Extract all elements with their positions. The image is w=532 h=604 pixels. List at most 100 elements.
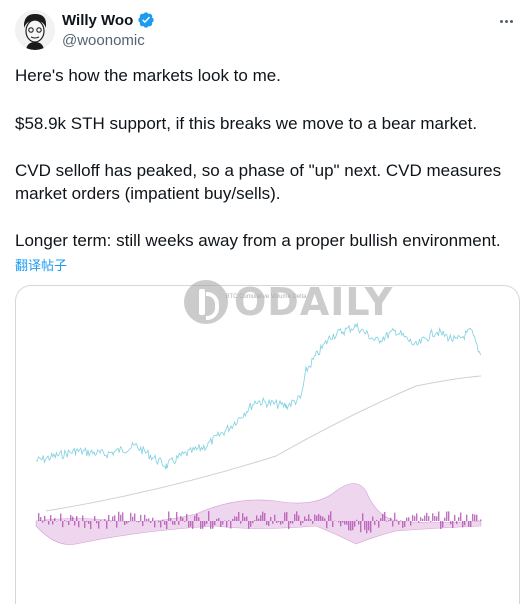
- cvd-bar: [210, 521, 212, 529]
- support-line: [45, 375, 482, 512]
- cvd-bar: [292, 521, 294, 524]
- cvd-bar: [392, 521, 394, 527]
- cvd-bar: [414, 516, 416, 521]
- cvd-bar: [468, 521, 470, 527]
- cvd-bar: [54, 518, 56, 521]
- cvd-bar: [348, 521, 350, 531]
- cvd-bar: [124, 521, 126, 525]
- watermark-text: ODAILY: [234, 280, 394, 324]
- author-name-row[interactable]: Willy Woo: [62, 11, 155, 29]
- cvd-bar: [466, 514, 468, 521]
- cvd-bar: [50, 515, 52, 521]
- cvd-bar: [170, 517, 172, 521]
- cvd-bar: [202, 521, 204, 529]
- cvd-bar: [100, 520, 102, 521]
- cvd-bar: [188, 521, 190, 528]
- cvd-bar: [276, 521, 278, 523]
- cvd-bar: [68, 521, 70, 526]
- cvd-bar: [254, 520, 256, 521]
- cvd-bar: [176, 512, 178, 521]
- sth-support-line: [45, 375, 482, 512]
- cvd-bar: [282, 521, 284, 524]
- cvd-bar: [160, 521, 162, 528]
- cvd-bar: [72, 516, 74, 521]
- cvd-bar: [208, 511, 210, 521]
- cvd-bar: [44, 515, 46, 521]
- tweet-paragraph-3: CVD selloff has peaked, so a phase of "u…: [15, 161, 502, 203]
- cvd-bar: [196, 513, 198, 521]
- cvd-bar: [66, 521, 68, 522]
- cvd-chart: BTC Cumulative Volume Delta: [35, 294, 482, 545]
- cvd-bar: [340, 521, 342, 527]
- cvd-bar: [284, 512, 286, 521]
- cvd-bar: [60, 513, 62, 521]
- author-name[interactable]: Willy Woo: [62, 12, 133, 29]
- author-avatar[interactable]: [15, 10, 55, 50]
- cvd-bar: [266, 521, 268, 525]
- cvd-bar: [118, 511, 120, 521]
- cvd-bar: [218, 518, 220, 521]
- cvd-bar: [38, 513, 40, 521]
- cvd-bar: [344, 521, 346, 525]
- translate-post-link[interactable]: 翻译帖子: [15, 255, 67, 274]
- cvd-bar: [410, 521, 412, 526]
- price-series: [35, 322, 481, 470]
- cvd-bar: [96, 521, 98, 524]
- cvd-bar: [108, 514, 110, 521]
- verified-badge-icon: [138, 12, 154, 28]
- more-icon[interactable]: [496, 12, 516, 30]
- cvd-bar: [360, 521, 362, 533]
- cvd-bar: [262, 511, 264, 521]
- cvd-bar: [430, 521, 432, 522]
- cvd-bar: [148, 518, 150, 521]
- cvd-bar: [338, 521, 340, 523]
- cvd-bar: [368, 521, 370, 531]
- cvd-bar: [112, 516, 114, 521]
- cvd-bar: [460, 512, 462, 521]
- cvd-bar: [352, 521, 354, 531]
- cvd-bar: [462, 521, 464, 528]
- odaily-logo-icon: [184, 280, 228, 324]
- cvd-bar: [458, 517, 460, 521]
- cvd-bar: [342, 521, 344, 523]
- cvd-bar: [168, 511, 170, 521]
- cvd-bar: [126, 521, 128, 524]
- cvd-bar: [228, 520, 230, 521]
- cvd-bar: [158, 521, 160, 523]
- cvd-bar: [358, 521, 360, 525]
- author-handle[interactable]: @woonomic: [62, 32, 145, 49]
- cvd-bar: [406, 517, 408, 521]
- cvd-bar: [250, 521, 252, 527]
- cvd-bar: [272, 521, 274, 524]
- cvd-bar: [236, 516, 238, 521]
- cvd-bar: [308, 514, 310, 521]
- cvd-bar: [476, 514, 478, 521]
- cvd-bar: [138, 521, 140, 523]
- cvd-bar: [450, 521, 452, 525]
- cvd-bar: [74, 521, 76, 526]
- cvd-bar: [364, 521, 366, 530]
- cvd-bar: [42, 521, 44, 523]
- cvd-bar: [400, 520, 402, 521]
- cvd-bar: [166, 521, 168, 530]
- cvd-bar: [182, 517, 184, 521]
- cvd-bar: [428, 516, 430, 521]
- cvd-bar: [366, 521, 368, 534]
- cvd-bar: [240, 521, 242, 524]
- tweet-media-chart[interactable]: BTC Cumulative Volume Delta: [15, 285, 520, 604]
- cvd-bar: [312, 521, 314, 524]
- cvd-bar: [320, 515, 322, 521]
- cvd-bar: [328, 514, 330, 521]
- cvd-bar: [480, 519, 482, 521]
- cvd-bar: [280, 521, 282, 525]
- cvd-bar: [376, 519, 378, 521]
- cvd-bar: [286, 512, 288, 521]
- cvd-bar: [382, 513, 384, 521]
- cvd-bar: [78, 521, 80, 528]
- cvd-bar: [396, 519, 398, 521]
- cvd-bar: [294, 514, 296, 521]
- cvd-bar: [82, 515, 84, 521]
- price-line: [35, 322, 481, 470]
- cvd-bar: [306, 519, 308, 521]
- cvd-bar: [246, 516, 248, 521]
